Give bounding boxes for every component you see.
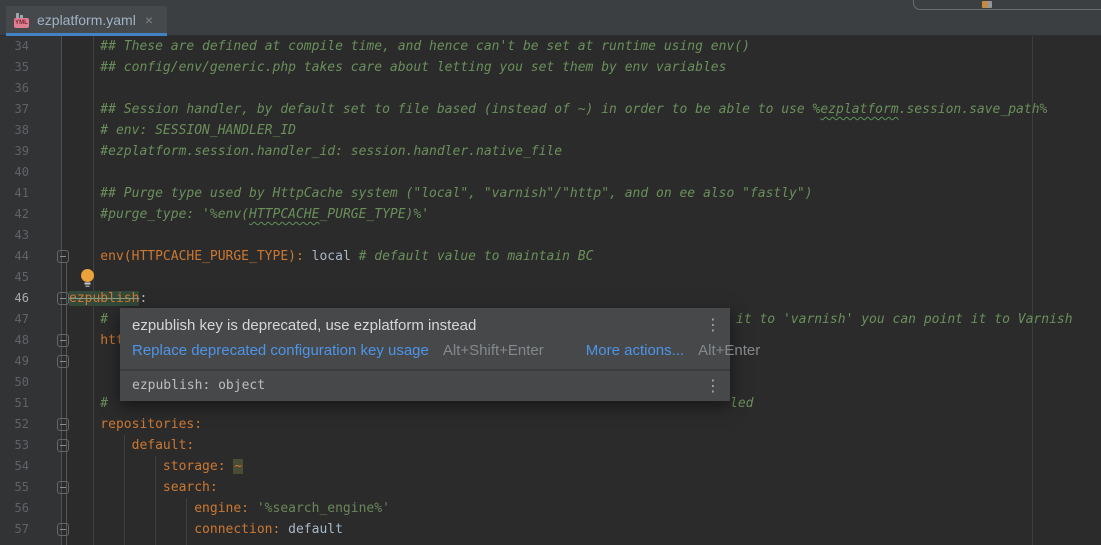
code-segment: connection:	[69, 522, 288, 537]
editor-area[interactable]: 34 ## These are defined at compile time,…	[0, 36, 1101, 545]
toolbar-icon	[982, 1, 992, 8]
fold-marker-icon[interactable]	[57, 250, 69, 263]
yml-file-icon: YML	[14, 12, 30, 28]
line-number: 45	[0, 267, 29, 288]
code-line[interactable]: engine: '%search_engine%'	[69, 498, 390, 519]
code-line[interactable]: # env: SESSION_HANDLER_ID	[69, 120, 296, 141]
code-segment: ## Session handler, by default set to fi…	[69, 102, 820, 117]
line-number: 34	[0, 36, 29, 57]
code-segment: default:	[69, 438, 194, 453]
kebab-menu-icon[interactable]: ⋮	[705, 378, 721, 394]
fold-marker-icon[interactable]	[57, 292, 69, 305]
code-segment: repositories:	[69, 417, 202, 432]
line-number: 47	[0, 309, 29, 330]
code-segment: env(HTTPCACHE_PURGE_TYPE):	[69, 249, 304, 264]
close-icon[interactable]: ×	[145, 13, 153, 27]
code-segment: :	[139, 291, 147, 306]
code-line[interactable]: repositories:	[69, 414, 202, 435]
line-number: 39	[0, 141, 29, 162]
code-line[interactable]: default:	[69, 435, 194, 456]
code-segment: .session.save_path%	[899, 102, 1048, 117]
code-segment: led	[730, 393, 753, 414]
intention-popup: ezpublish key is deprecated, use ezplatf…	[120, 308, 730, 401]
code-segment: #purge_type: '%env(	[69, 207, 249, 222]
tab-title: ezplatform.yaml	[37, 12, 136, 28]
line-number: 52	[0, 414, 29, 435]
line-number: 41	[0, 183, 29, 204]
code-line[interactable]: ## These are defined at compile time, an…	[69, 36, 750, 57]
line-number: 43	[0, 225, 29, 246]
line-number: 54	[0, 456, 29, 477]
code-line[interactable]: #it to 'varnish' you can point it to Var…	[69, 309, 108, 330]
active-tab-underline	[6, 33, 167, 36]
code-line[interactable]: search:	[69, 477, 218, 498]
code-segment: engine:	[69, 501, 257, 516]
fold-marker-icon[interactable]	[57, 418, 69, 431]
code-segment: # env: SESSION_HANDLER_ID	[69, 123, 296, 138]
line-number: 44	[0, 246, 29, 267]
line-number: 37	[0, 99, 29, 120]
code-segment: ## config/env/generic.php takes care abo…	[69, 60, 726, 75]
kebab-menu-icon[interactable]: ⋮	[705, 317, 721, 333]
code-line[interactable]: #led	[69, 393, 108, 414]
line-number: 36	[0, 78, 29, 99]
line-number: 51	[0, 393, 29, 414]
line-number: 35	[0, 57, 29, 78]
line-number: 38	[0, 120, 29, 141]
code-segment: ## These are defined at compile time, an…	[69, 39, 750, 54]
intention-bulb-icon[interactable]	[79, 268, 96, 292]
line-number: 46	[0, 288, 29, 309]
code-segment: # default value to maintain BC	[359, 249, 594, 264]
code-segment: local	[304, 249, 359, 264]
popup-title: ezpublish key is deprecated, use ezplatf…	[132, 317, 696, 334]
code-segment: #ezplatform.session.handler_id: session.…	[69, 144, 562, 159]
more-actions-link[interactable]: More actions...	[586, 342, 684, 359]
code-line[interactable]: #purge_type: '%env(HTTPCACHE_PURGE_TYPE)…	[69, 204, 429, 225]
code-segment: default	[288, 522, 343, 537]
fold-marker-icon[interactable]	[57, 523, 69, 536]
more-shortcut: Alt+Enter	[698, 342, 760, 359]
code-segment: ## Purge type used by HttpCache system (…	[69, 186, 813, 201]
line-number: 42	[0, 204, 29, 225]
code-segment: #	[69, 312, 108, 327]
code-segment: storage:	[69, 459, 233, 474]
code-segment: it to 'varnish' you can point it to Varn…	[736, 309, 1073, 330]
line-number: 49	[0, 351, 29, 372]
code-segment: ~	[233, 459, 243, 474]
popup-doc-line: ezpublish: object	[132, 378, 265, 393]
code-line[interactable]: #ezplatform.session.handler_id: session.…	[69, 141, 562, 162]
fold-marker-icon[interactable]	[57, 439, 69, 452]
floating-toolbar[interactable]	[913, 0, 1101, 10]
replace-action-link[interactable]: Replace deprecated configuration key usa…	[132, 342, 429, 359]
code-segment: search:	[69, 480, 218, 495]
line-number: 55	[0, 477, 29, 498]
code-line[interactable]: connection: default	[69, 519, 343, 540]
fold-marker-icon[interactable]	[57, 334, 69, 347]
code-line[interactable]: ## Purge type used by HttpCache system (…	[69, 183, 813, 204]
code-line[interactable]: ## config/env/generic.php takes care abo…	[69, 57, 726, 78]
line-number: 57	[0, 519, 29, 540]
editor-tab-bar: YML ezplatform.yaml ×	[0, 0, 1101, 36]
tab-ezplatform-yaml[interactable]: YML ezplatform.yaml ×	[6, 6, 167, 33]
fold-marker-icon[interactable]	[57, 355, 69, 368]
code-segment: ezplatform	[820, 102, 898, 117]
line-number: 48	[0, 330, 29, 351]
code-segment: ezpublish	[69, 291, 139, 306]
code-line[interactable]: storage: ~	[69, 456, 243, 477]
line-number: 40	[0, 162, 29, 183]
code-segment: #	[69, 396, 108, 411]
line-number: 53	[0, 435, 29, 456]
line-number: 56	[0, 498, 29, 519]
code-segment: HTTPCACHE	[249, 207, 319, 222]
fold-marker-icon[interactable]	[57, 481, 69, 494]
code-segment: '%search_engine%'	[257, 501, 390, 516]
code-segment: _PURGE_TYPE)%'	[319, 207, 429, 222]
code-line[interactable]: ## Session handler, by default set to fi…	[69, 99, 1047, 120]
code-line[interactable]: env(HTTPCACHE_PURGE_TYPE): local # defau…	[69, 246, 593, 267]
primary-shortcut: Alt+Shift+Enter	[443, 342, 544, 359]
line-number: 50	[0, 372, 29, 393]
